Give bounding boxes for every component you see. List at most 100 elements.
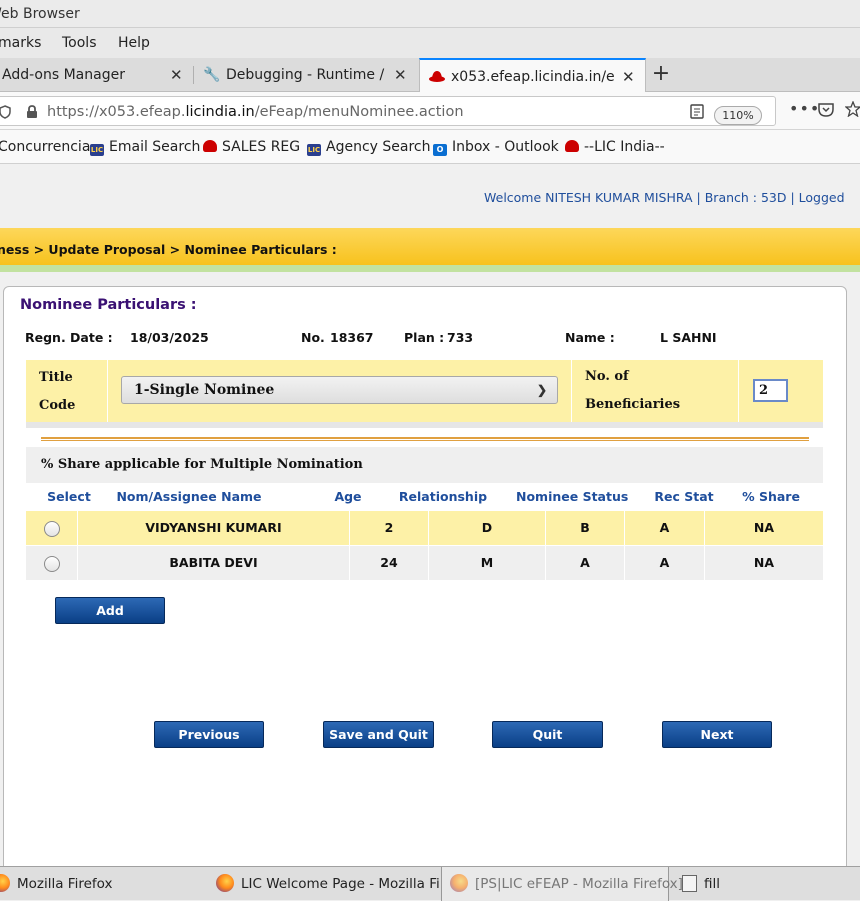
proposal-no-value: 18367	[330, 330, 374, 345]
column-header-relationship: Relationship	[398, 489, 488, 504]
tab-label: x053.efeap.licindia.in/eFe	[451, 69, 616, 85]
plan-value: 733	[447, 330, 474, 345]
pocket-icon[interactable]	[818, 102, 834, 117]
bookmark-label: Email Search	[109, 139, 201, 155]
outlook-icon: O	[433, 144, 447, 156]
tab-separator	[193, 66, 194, 84]
shield-icon[interactable]	[0, 105, 11, 119]
taskbar-label: fill	[704, 876, 721, 892]
rec-stat: A	[625, 511, 705, 545]
previous-button[interactable]: Previous	[154, 721, 264, 748]
firefox-icon	[216, 874, 234, 892]
regn-date-label: Regn. Date :	[25, 330, 113, 345]
menu-help[interactable]: Help	[118, 28, 150, 58]
title-code-select[interactable]: 1-Single Nominee ❯	[121, 376, 558, 404]
bookmark-agency-search[interactable]: LIC Agency Search	[307, 130, 430, 164]
bookmark-concurrencia[interactable]: Concurrencia	[0, 130, 90, 164]
plan-label: Plan :	[404, 330, 445, 345]
close-icon[interactable]: ✕	[622, 60, 635, 93]
taskbar-label: Mozilla Firefox	[17, 876, 113, 892]
divider	[41, 437, 809, 441]
menu-tools[interactable]: Tools	[62, 28, 97, 58]
select-cell	[26, 511, 78, 545]
tab-addons[interactable]: Add-ons Manager ✕	[0, 58, 192, 92]
nominee-name: BABITA DEVI	[78, 546, 350, 580]
rec-stat: A	[625, 546, 705, 580]
url-prefix: https://x053.efeap.	[47, 104, 186, 120]
nominee-status: B	[546, 511, 625, 545]
table-row: VIDYANSHI KUMARI 2 D B A NA	[26, 511, 823, 545]
window-title: Web Browser	[0, 6, 80, 22]
reader-view-icon[interactable]	[690, 104, 704, 119]
share-heading: % Share applicable for Multiple Nominati…	[26, 447, 823, 483]
column-header-name: Nom/Assignee Name	[116, 489, 262, 504]
zoom-level[interactable]: 110%	[714, 106, 762, 125]
taskbar-item-firefox[interactable]: Mozilla Firefox	[0, 867, 202, 901]
redhat-icon	[203, 140, 217, 152]
lic-icon: LIC	[90, 144, 104, 156]
row-select-radio[interactable]	[44, 521, 60, 537]
url-bar[interactable]: https://x053.efeap.licindia.in/eFeap/men…	[0, 96, 776, 126]
menu-bar: marks Tools Help	[0, 28, 860, 58]
taskbar-item-fill[interactable]: fill	[674, 867, 860, 901]
save-and-quit-button[interactable]: Save and Quit	[323, 721, 434, 748]
proposal-no-label: No.	[301, 330, 325, 345]
taskbar: Mozilla Firefox LIC Welcome Page - Mozil…	[0, 866, 860, 901]
url-text[interactable]: https://x053.efeap.licindia.in/eFeap/men…	[47, 97, 464, 127]
window-titlebar: Web Browser	[0, 0, 860, 28]
redhat-icon	[565, 140, 579, 152]
lock-icon[interactable]	[26, 105, 38, 119]
title-code-label-2: Code	[39, 398, 76, 413]
wrench-icon: 🔧	[203, 67, 221, 83]
select-cell	[26, 546, 78, 580]
table-row: BABITA DEVI 24 M A A NA	[26, 546, 823, 580]
tab-debugging[interactable]: 🔧 Debugging - Runtime / th ✕	[196, 58, 418, 92]
next-button[interactable]: Next	[662, 721, 772, 748]
column-header-select: Select	[47, 489, 91, 504]
bookmark-sales-reg[interactable]: SALES REG	[203, 130, 300, 164]
nominee-relationship: D	[429, 511, 546, 545]
column-header-nominee-status: Nominee Status	[516, 489, 629, 504]
column-header-share: % Share	[742, 489, 800, 504]
menu-bookmarks[interactable]: marks	[0, 28, 41, 58]
taskbar-item-lic-welcome[interactable]: LIC Welcome Page - Mozilla Fi...	[208, 867, 453, 901]
row-select-radio[interactable]	[44, 556, 60, 572]
title-code-label-1: Title	[39, 370, 73, 385]
column-header-rec-stat: Rec Stat	[654, 489, 714, 504]
tab-label: Add-ons Manager	[2, 67, 125, 83]
star-icon[interactable]	[845, 101, 860, 117]
new-tab-button[interactable]: +	[650, 58, 672, 92]
title-code-row: Title Code 1-Single Nominee ❯ No. of Ben…	[26, 360, 823, 422]
nominee-name: VIDYANSHI KUMARI	[78, 511, 350, 545]
divider-block	[26, 422, 823, 446]
taskbar-label: [PS|LIC eFEAP - Mozilla Firefox]	[475, 876, 683, 892]
taskbar-label: LIC Welcome Page - Mozilla Fi...	[241, 876, 453, 892]
name-label: Name :	[565, 330, 615, 345]
tab-efeap[interactable]: x053.efeap.licindia.in/eFe ✕	[419, 58, 646, 93]
bookmark-label: Concurrencia	[0, 139, 91, 155]
document-icon	[682, 875, 697, 892]
bookmark-email-search[interactable]: LIC Email Search	[90, 130, 200, 164]
bookmark-label: Inbox - Outlook	[452, 139, 559, 155]
bookmark-label: --LIC India--	[584, 139, 665, 155]
welcome-bar: Welcome NITESH KUMAR MISHRA | Branch : 5…	[484, 190, 845, 205]
bookmark-inbox-outlook[interactable]: O Inbox - Outlook	[433, 130, 559, 164]
close-icon[interactable]: ✕	[170, 58, 183, 92]
nominee-age: 24	[350, 546, 429, 580]
url-suffix: /eFeap/menuNominee.action	[254, 104, 464, 120]
beneficiaries-label-2: Beneficiaries	[585, 397, 681, 412]
beneficiaries-input[interactable]: 2	[753, 379, 788, 402]
nominee-relationship: M	[429, 546, 546, 580]
url-domain: licindia.in	[185, 104, 255, 120]
beneficiaries-label-1: No. of	[585, 369, 629, 384]
quit-button[interactable]: Quit	[492, 721, 603, 748]
add-button[interactable]: Add	[55, 597, 165, 624]
column-header-age: Age	[334, 489, 362, 504]
taskbar-item-efeap[interactable]: [PS|LIC eFEAP - Mozilla Firefox]	[441, 867, 683, 901]
close-icon[interactable]: ✕	[394, 58, 407, 92]
nominee-status: A	[546, 546, 625, 580]
bookmark-lic-india[interactable]: --LIC India--	[565, 130, 665, 164]
chevron-down-icon: ❯	[536, 383, 547, 397]
page-actions-icon[interactable]: •••	[789, 99, 820, 118]
redhat-icon	[429, 71, 445, 82]
